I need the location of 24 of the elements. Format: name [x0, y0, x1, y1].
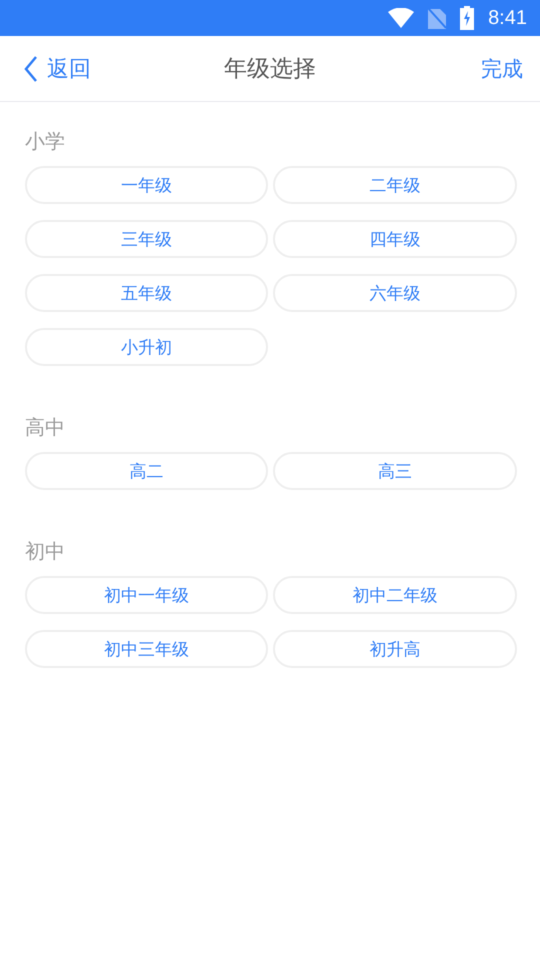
- grade-option[interactable]: 一年级: [25, 166, 268, 204]
- grade-option[interactable]: 初升高: [273, 630, 517, 668]
- done-button[interactable]: 完成: [481, 54, 523, 82]
- wifi-icon: [388, 8, 414, 28]
- grade-option[interactable]: 高三: [273, 452, 517, 490]
- grade-option[interactable]: 四年级: [273, 220, 517, 258]
- grade-option[interactable]: 初中一年级: [25, 576, 268, 614]
- grade-option[interactable]: 二年级: [273, 166, 517, 204]
- grade-option[interactable]: 初中三年级: [25, 630, 268, 668]
- section-title: 小学: [25, 128, 66, 155]
- page-title: 年级选择: [224, 55, 316, 84]
- battery-charging-icon: [460, 6, 474, 30]
- grade-option[interactable]: 五年级: [25, 274, 268, 312]
- grade-option[interactable]: 高二: [25, 452, 268, 490]
- grade-option[interactable]: 初中二年级: [273, 576, 517, 614]
- status-time: 8:41: [488, 6, 527, 30]
- grade-option[interactable]: 小升初: [25, 328, 268, 366]
- section-title: 初中: [25, 538, 66, 565]
- grade-option[interactable]: 六年级: [273, 274, 517, 312]
- chevron-left-icon: [24, 56, 38, 82]
- no-sim-icon: [428, 7, 446, 29]
- grade-option[interactable]: 三年级: [25, 220, 268, 258]
- back-button[interactable]: 返回: [24, 54, 91, 84]
- section-title: 高中: [25, 414, 66, 441]
